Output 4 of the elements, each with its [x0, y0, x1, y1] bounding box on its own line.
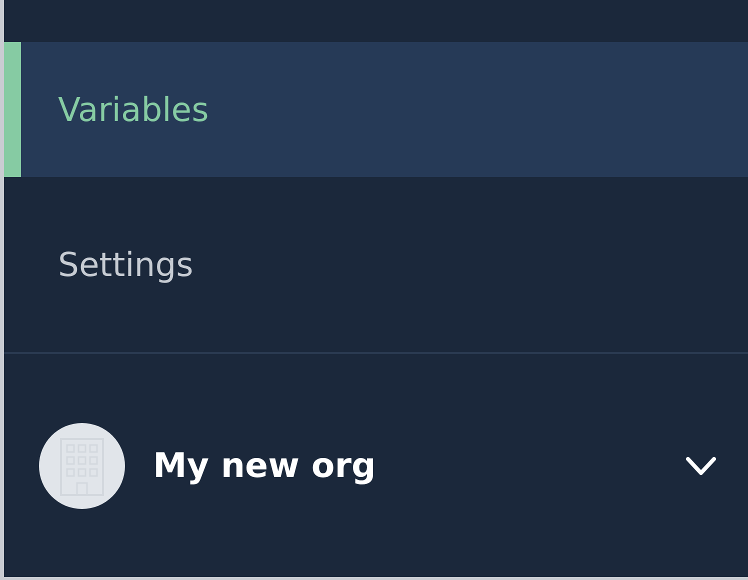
nav-item[interactable]: Settings	[4, 177, 748, 352]
building-icon	[39, 422, 125, 508]
org-switcher[interactable]: My new org	[4, 354, 748, 577]
nav-item[interactable]: Variables	[4, 42, 748, 177]
